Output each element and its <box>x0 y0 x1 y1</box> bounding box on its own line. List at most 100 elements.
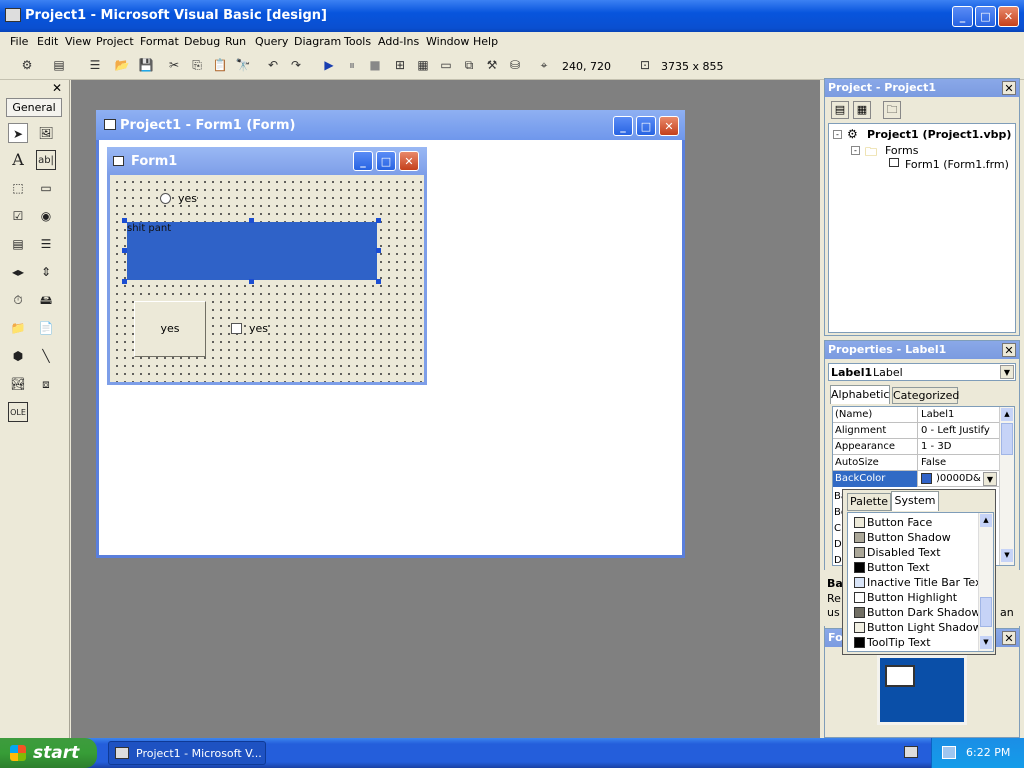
property-value[interactable]: 0 - Left Justify <box>919 423 999 439</box>
data-tool-icon[interactable]: ⧈ <box>36 374 56 394</box>
undo-icon[interactable]: ↶ <box>264 57 282 74</box>
property-row[interactable]: Alignment 0 - Left Justify <box>833 423 999 439</box>
filelistbox-tool-icon[interactable]: 📄 <box>36 318 56 338</box>
checkbox[interactable] <box>231 323 242 334</box>
open-project-icon[interactable]: 📂 <box>113 57 131 74</box>
property-row[interactable]: AutoSize False <box>833 455 999 471</box>
data-view-icon[interactable]: ⛁ <box>506 57 524 74</box>
property-value[interactable]: False <box>919 455 999 471</box>
network-tray-icon[interactable] <box>942 746 956 759</box>
cut-icon[interactable]: ✂ <box>165 57 183 74</box>
command-button[interactable]: yes <box>134 301 206 357</box>
designer-close-button[interactable]: ✕ <box>659 116 679 136</box>
keyboard-tray-icon[interactable] <box>904 746 918 758</box>
tree-collapse-icon[interactable]: - <box>851 146 860 155</box>
scrollbar-thumb[interactable] <box>1001 423 1013 455</box>
start-button[interactable]: start <box>0 738 97 768</box>
add-form-icon[interactable]: ▤ <box>50 57 68 74</box>
color-item[interactable]: Button Light Shadow <box>848 620 982 635</box>
taskbar-task-vb[interactable]: Project1 - Microsoft V... <box>108 741 266 765</box>
toggle-folders-icon[interactable]: 🗀 <box>883 101 901 119</box>
label1-control[interactable]: shit pant <box>127 222 377 280</box>
find-icon[interactable]: 🔭 <box>234 57 252 74</box>
property-row[interactable]: Appearance 1 - 3D <box>833 439 999 455</box>
resize-handle[interactable] <box>122 218 127 223</box>
maximize-button[interactable]: □ <box>975 6 996 27</box>
copy-icon[interactable]: ⎘ <box>188 57 206 74</box>
paste-icon[interactable]: 📋 <box>211 57 229 74</box>
ole-tool-icon[interactable]: OLE <box>8 402 28 422</box>
form-layout-thumbnail[interactable] <box>885 665 915 687</box>
color-item[interactable]: Button Dark Shadow <box>848 605 982 620</box>
save-project-icon[interactable]: 💾 <box>137 57 155 74</box>
redo-icon[interactable]: ↷ <box>287 57 305 74</box>
color-list-scrollbar[interactable]: ▲ ▼ <box>978 513 993 651</box>
project-explorer-icon[interactable]: ⊞ <box>391 57 409 74</box>
start-icon[interactable]: ▶ <box>320 57 338 74</box>
image-tool-icon[interactable]: 🏞 <box>8 374 28 394</box>
checkbox-tool-icon[interactable]: ☑ <box>8 206 28 226</box>
menu-window[interactable]: Window <box>426 35 469 48</box>
scroll-up-arrow[interactable]: ▲ <box>980 514 992 527</box>
resize-handle[interactable] <box>376 248 381 253</box>
form1-maximize-button[interactable]: □ <box>376 151 396 171</box>
optionbutton-tool-icon[interactable]: ◉ <box>36 206 56 226</box>
menu-view[interactable]: View <box>65 35 91 48</box>
tab-palette[interactable]: Palette <box>847 493 891 511</box>
menu-debug[interactable]: Debug <box>184 35 220 48</box>
break-icon[interactable]: ⏸ <box>343 57 361 74</box>
option-button[interactable] <box>160 193 171 204</box>
menu-editor-icon[interactable]: ☰ <box>86 57 104 74</box>
resize-handle[interactable] <box>376 279 381 284</box>
clock[interactable]: 6:22 PM <box>966 746 1010 759</box>
form-layout-icon[interactable]: ▭ <box>437 57 455 74</box>
tree-project-root[interactable]: Project1 (Project1.vbp) <box>867 128 1011 141</box>
form1-close-button[interactable]: ✕ <box>399 151 419 171</box>
color-item[interactable]: Button Highlight <box>848 590 982 605</box>
color-item[interactable]: ToolTip Text <box>848 635 982 650</box>
chevron-down-icon[interactable]: ▼ <box>1000 365 1014 379</box>
menu-query[interactable]: Query <box>255 35 288 48</box>
pointer-tool-icon[interactable]: ➤ <box>8 123 28 143</box>
object-browser-icon[interactable]: ⧉ <box>460 57 478 74</box>
menu-edit[interactable]: Edit <box>37 35 58 48</box>
designer-maximize-button[interactable]: □ <box>636 116 656 136</box>
resize-handle[interactable] <box>249 218 254 223</box>
frame-tool-icon[interactable]: ⬚ <box>8 178 28 198</box>
view-code-icon[interactable]: ▤ <box>831 101 849 119</box>
hscrollbar-tool-icon[interactable]: ◂▸ <box>8 262 28 282</box>
property-value[interactable]: 1 - 3D <box>919 439 999 455</box>
line-tool-icon[interactable]: ╲ <box>36 346 56 366</box>
textbox-tool-icon[interactable]: ab| <box>36 150 56 170</box>
property-value-backcolor[interactable]: )0000D& ▼ <box>919 471 999 487</box>
menu-diagram[interactable]: Diagram <box>294 35 341 48</box>
property-grid-scrollbar[interactable]: ▲ ▼ <box>999 407 1014 565</box>
color-item[interactable]: Button Text <box>848 560 982 575</box>
picturebox-tool-icon[interactable]: 🖼 <box>36 123 56 143</box>
menu-project[interactable]: Project <box>96 35 134 48</box>
tree-collapse-icon[interactable]: - <box>833 130 842 139</box>
view-object-icon[interactable]: ▦ <box>853 101 871 119</box>
close-button[interactable]: ✕ <box>998 6 1019 27</box>
form1-minimize-button[interactable]: _ <box>353 151 373 171</box>
property-value[interactable]: Label1 <box>919 407 999 423</box>
form1[interactable]: Form1 _ □ ✕ yes shit pant yes yes <box>107 147 427 385</box>
shape-tool-icon[interactable]: ⬢ <box>8 346 28 366</box>
resize-handle[interactable] <box>376 218 381 223</box>
menu-file[interactable]: File <box>10 35 28 48</box>
tab-alphabetic[interactable]: Alphabetic <box>830 385 890 404</box>
tab-system[interactable]: System <box>891 491 939 511</box>
commandbutton-tool-icon[interactable]: ▭ <box>36 178 56 198</box>
object-selector-dropdown[interactable]: Label1 Label ▼ <box>828 363 1016 381</box>
vb-app-icon[interactable] <box>5 8 21 22</box>
menu-format[interactable]: Format <box>140 35 179 48</box>
menu-add-ins[interactable]: Add-Ins <box>378 35 419 48</box>
menu-help[interactable]: Help <box>473 35 498 48</box>
toolbox-close-icon[interactable]: ✕ <box>51 82 63 94</box>
color-item[interactable]: Button Shadow <box>848 530 982 545</box>
toolbox-tab-general[interactable]: General <box>6 98 62 117</box>
vscrollbar-tool-icon[interactable]: ⇕ <box>36 262 56 282</box>
menu-tools[interactable]: Tools <box>344 35 371 48</box>
listbox-tool-icon[interactable]: ☰ <box>36 234 56 254</box>
label-tool-icon[interactable]: A <box>8 150 28 170</box>
